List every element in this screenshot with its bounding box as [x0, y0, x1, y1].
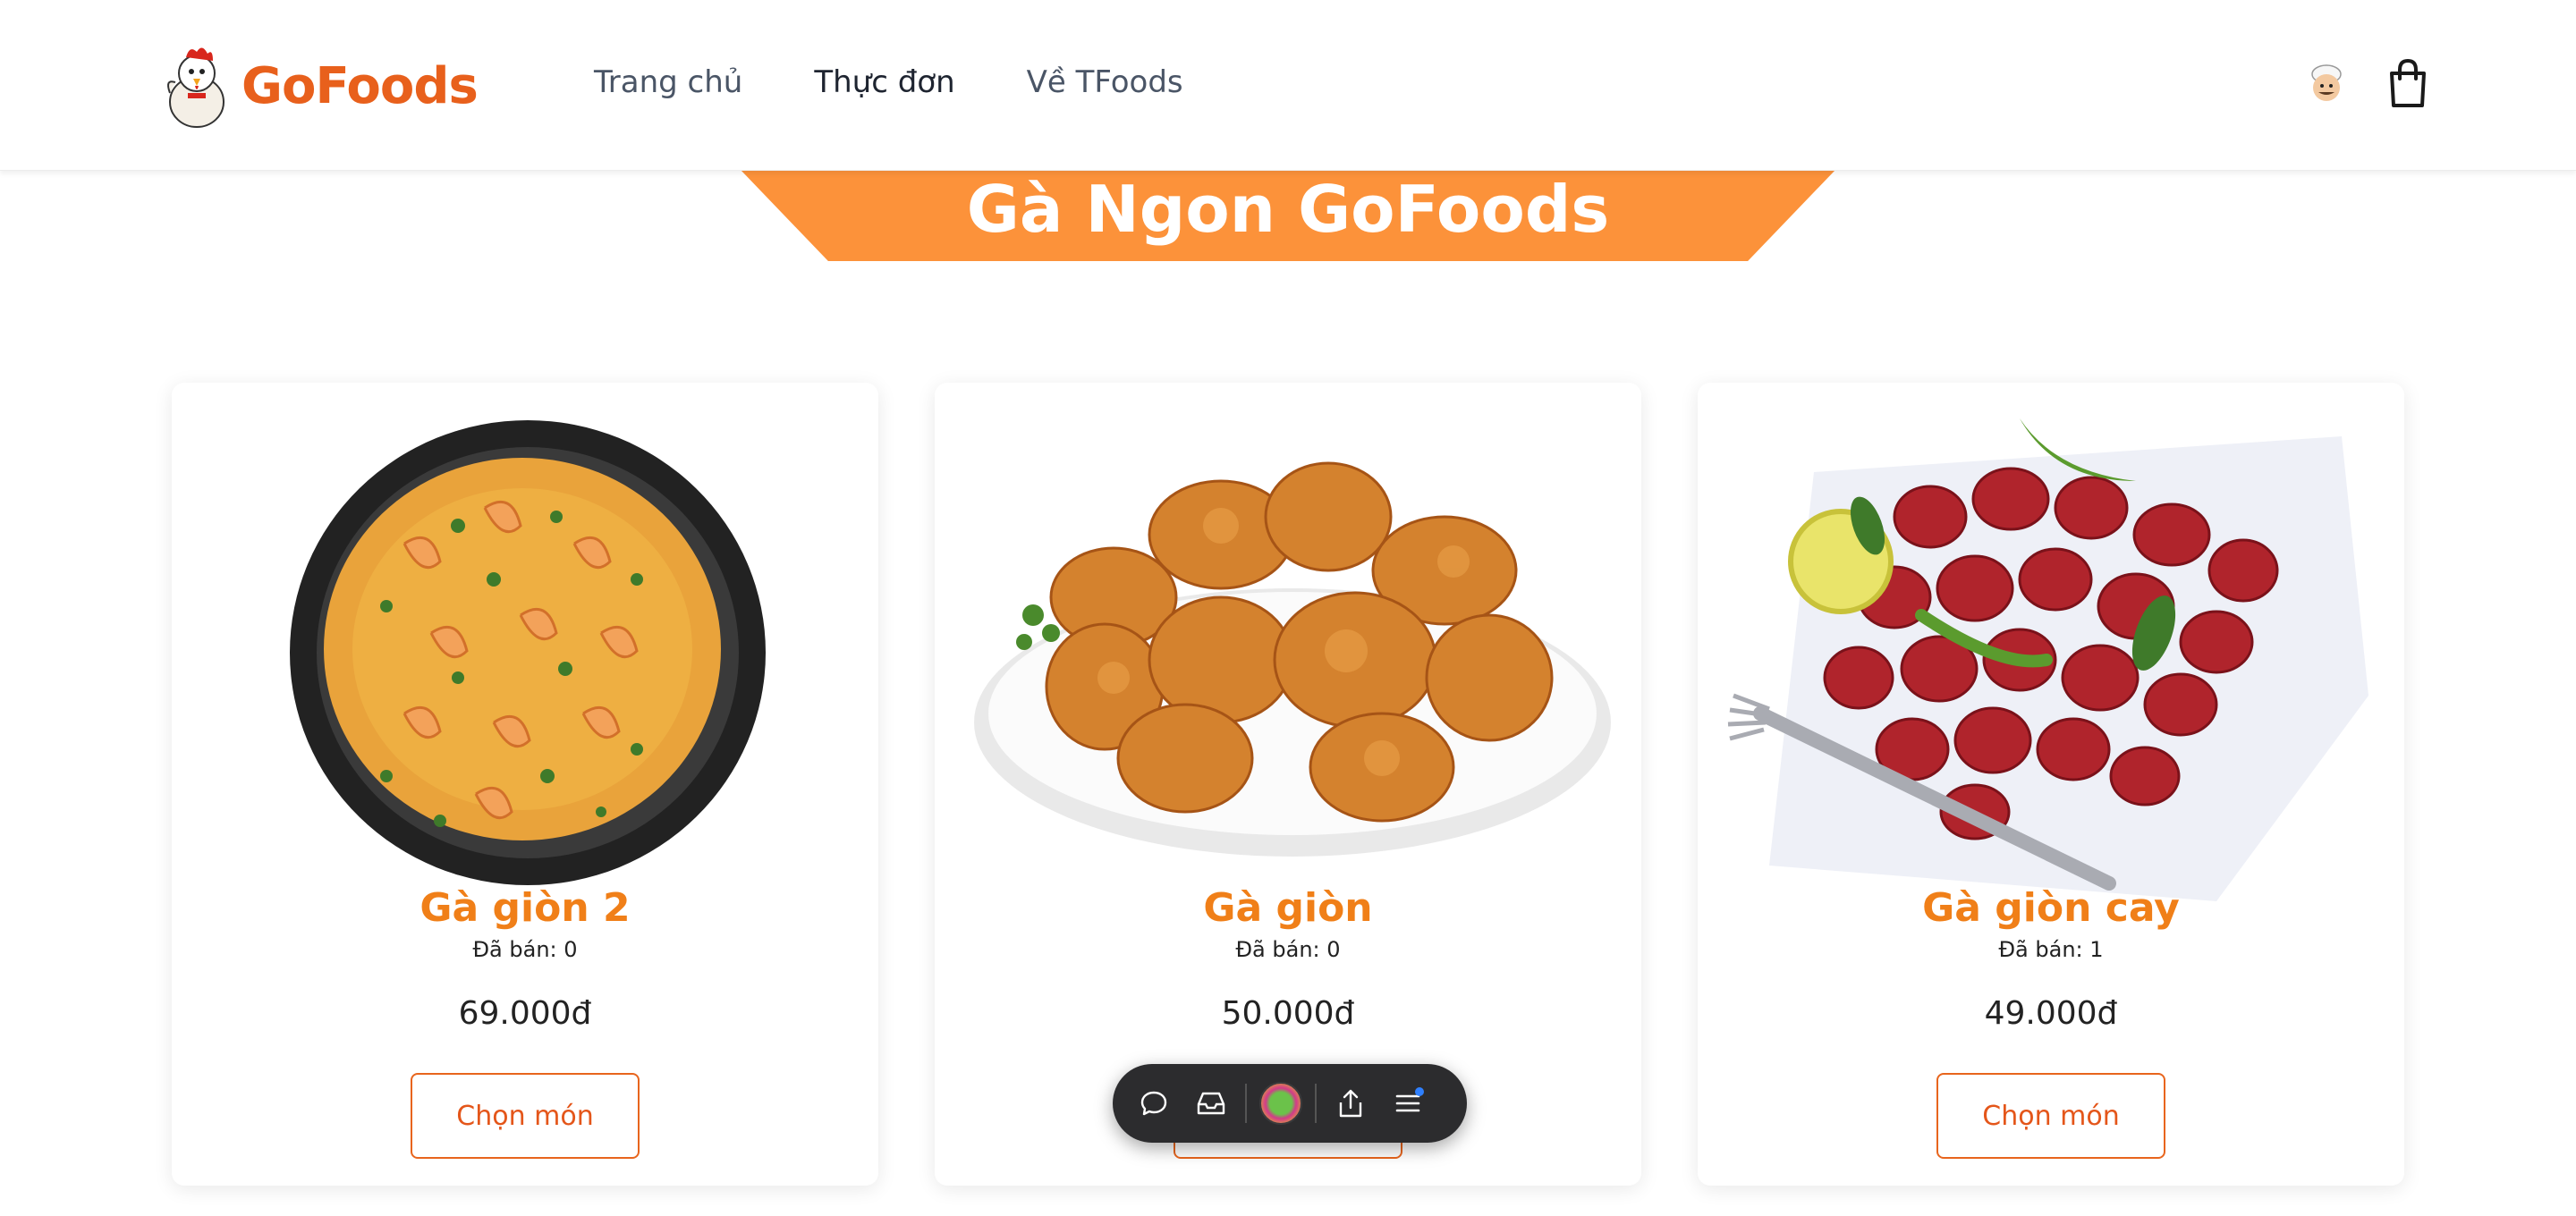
product-image — [1716, 401, 2386, 910]
product-card: Gà giòn cay Đã bán: 1 49.000đ Chọn món — [1698, 383, 2404, 1186]
product-image — [190, 401, 860, 910]
brand-logo[interactable]: GoFoods — [161, 41, 479, 131]
user-avatar[interactable] — [2301, 58, 2352, 110]
nav-item-home[interactable]: Trang chủ — [594, 64, 742, 100]
main-nav: Trang chủ Thực đơn Về TFoods — [594, 64, 1255, 100]
notification-dot — [1415, 1087, 1424, 1096]
choose-item-button[interactable]: Chọn món — [1936, 1073, 2165, 1159]
product-price: 49.000đ — [1984, 995, 2118, 1032]
fried-chicken-image — [974, 461, 1611, 857]
profile-avatar[interactable] — [1252, 1075, 1309, 1132]
product-price: 69.000đ — [458, 995, 592, 1032]
product-card: Gà giòn 2 Đã bán: 0 69.000đ Chọn món — [172, 383, 878, 1186]
section-banner: Gà Ngon GoFoods — [741, 170, 1835, 261]
toolbar-divider — [1315, 1084, 1317, 1123]
product-sold-count: Đã bán: 1 — [1998, 937, 2104, 962]
product-sold-count: Đã bán: 0 — [472, 937, 578, 962]
product-price: 50.000đ — [1221, 995, 1355, 1032]
nav-item-about[interactable]: Về TFoods — [1027, 64, 1183, 100]
shopping-bag-icon[interactable] — [2383, 57, 2433, 111]
product-sold-count: Đã bán: 0 — [1235, 937, 1341, 962]
product-image — [953, 401, 1623, 910]
menu-icon[interactable] — [1379, 1075, 1436, 1132]
spicy-chicken-image — [1727, 418, 2368, 901]
share-icon[interactable] — [1322, 1075, 1379, 1132]
choose-item-button[interactable]: Chọn món — [411, 1073, 640, 1159]
shrimp-curry-image — [290, 420, 766, 885]
inbox-icon[interactable] — [1182, 1075, 1240, 1132]
rooster-logo-icon — [167, 47, 225, 128]
brand-name: GoFoods — [242, 56, 479, 115]
product-name: Gà giòn — [1203, 885, 1373, 931]
chat-icon[interactable] — [1125, 1075, 1182, 1132]
floating-toolbar — [1113, 1064, 1467, 1143]
chef-avatar-icon — [2301, 58, 2352, 110]
section-title: Gà Ngon GoFoods — [966, 172, 1610, 247]
site-header: GoFoods Trang chủ Thực đơn Về TFoods — [0, 0, 2576, 171]
product-name: Gà giòn 2 — [419, 885, 631, 931]
nav-item-menu[interactable]: Thực đơn — [814, 64, 954, 100]
product-name: Gà giòn cay — [1922, 885, 2180, 931]
header-actions — [2301, 57, 2433, 111]
toolbar-divider — [1245, 1084, 1247, 1123]
